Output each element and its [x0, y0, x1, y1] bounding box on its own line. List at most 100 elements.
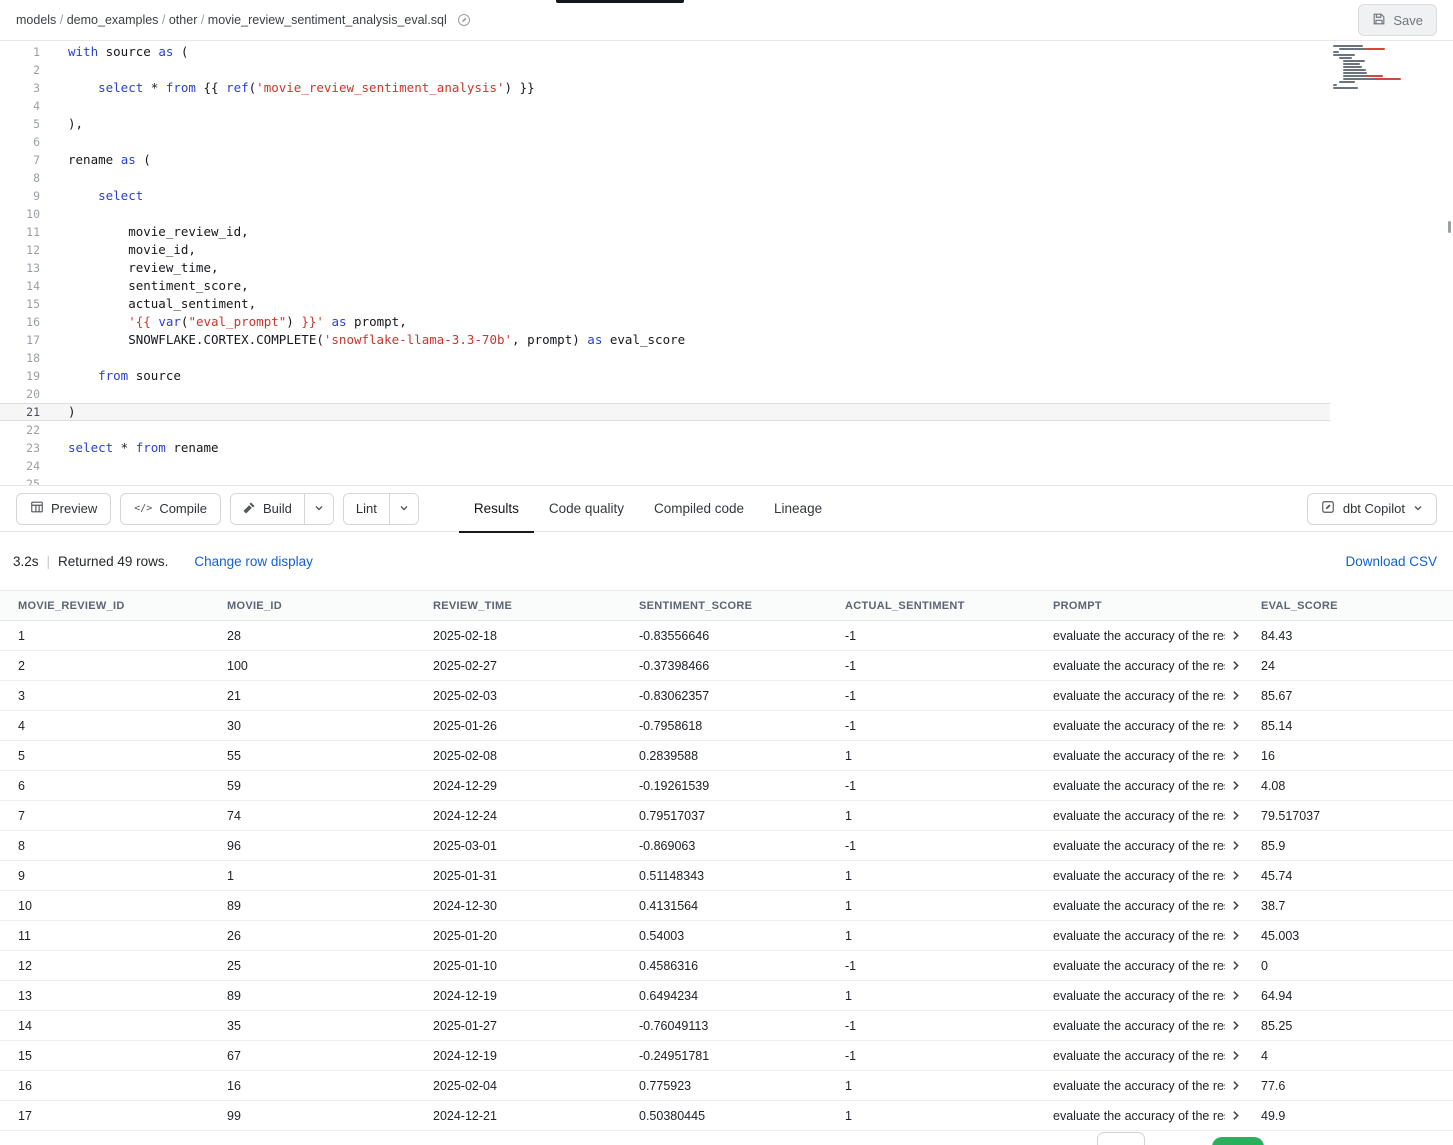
code-line[interactable]: 12 movie_id,	[0, 241, 1330, 259]
code-line[interactable]: 10	[0, 205, 1330, 223]
code-line[interactable]: 4	[0, 97, 1330, 115]
cell-review-time: 2025-02-18	[415, 629, 621, 643]
bottom-toolbar-button[interactable]	[1097, 1132, 1145, 1145]
editor-scrollbar[interactable]	[1448, 221, 1451, 233]
code-line[interactable]: 1with source as (	[0, 43, 1330, 61]
save-button[interactable]: Save	[1358, 4, 1437, 36]
preview-button[interactable]: Preview	[16, 493, 111, 525]
code-line[interactable]: 6	[0, 133, 1330, 151]
cell-eval-score: 0	[1243, 959, 1453, 973]
tab-results[interactable]: Results	[459, 486, 534, 533]
breadcrumb-item[interactable]: movie_review_sentiment_analysis_eval.sql	[208, 13, 447, 27]
column-header-review_time[interactable]: REVIEW_TIME	[415, 600, 621, 612]
code-line[interactable]: 15 actual_sentiment,	[0, 295, 1330, 313]
dbt-copilot-button[interactable]: dbt Copilot	[1307, 493, 1437, 525]
column-header-prompt[interactable]: PROMPT	[1035, 600, 1243, 612]
query-duration: 3.2s	[13, 554, 39, 569]
code-line[interactable]: 17 SNOWFLAKE.CORTEX.COMPLETE('snowflake-…	[0, 331, 1330, 349]
tab-code-quality[interactable]: Code quality	[534, 486, 639, 533]
code-line[interactable]: 5),	[0, 115, 1330, 133]
build-icon	[243, 501, 256, 517]
code-line[interactable]: 25	[0, 475, 1330, 486]
change-row-display-link[interactable]: Change row display	[194, 554, 313, 569]
code-editor[interactable]: 1with source as (23 select * from {{ ref…	[0, 41, 1453, 486]
code-line[interactable]: 3 select * from {{ ref('movie_review_sen…	[0, 79, 1330, 97]
table-row: 21002025-02-27-0.37398466-1evaluate the …	[0, 651, 1453, 681]
code-line[interactable]: 11 movie_review_id,	[0, 223, 1330, 241]
cell-prompt: evaluate the accuracy of the res...	[1035, 689, 1243, 703]
expand-cell-icon[interactable]	[1230, 930, 1241, 941]
column-header-sentiment_score[interactable]: SENTIMENT_SCORE	[621, 600, 827, 612]
prompt-text: evaluate the accuracy of the res...	[1053, 929, 1225, 943]
code-line[interactable]: 14 sentiment_score,	[0, 277, 1330, 295]
cell-sentiment-score: 0.79517037	[621, 809, 827, 823]
column-header-actual_sentiment[interactable]: ACTUAL_SENTIMENT	[827, 600, 1035, 612]
table-row: 13892024-12-190.64942341evaluate the acc…	[0, 981, 1453, 1011]
expand-cell-icon[interactable]	[1230, 1110, 1241, 1121]
expand-cell-icon[interactable]	[1230, 630, 1241, 641]
cell-actual-sentiment: 1	[827, 899, 1035, 913]
tab-compiled-code[interactable]: Compiled code	[639, 486, 759, 533]
build-button[interactable]: Build	[231, 494, 304, 524]
code-line[interactable]: 24	[0, 457, 1330, 475]
breadcrumb-item[interactable]: demo_examples	[67, 13, 159, 27]
expand-cell-icon[interactable]	[1230, 900, 1241, 911]
table-row: 912025-01-310.511483431evaluate the accu…	[0, 861, 1453, 891]
cell-actual-sentiment: -1	[827, 659, 1035, 673]
save-button-label: Save	[1393, 13, 1423, 28]
cell-movie-id: 35	[209, 1019, 415, 1033]
breadcrumb-item[interactable]: other	[169, 13, 198, 27]
status-pill-green[interactable]	[1212, 1137, 1264, 1145]
table-row: 15672024-12-19-0.24951781-1evaluate the …	[0, 1041, 1453, 1071]
expand-cell-icon[interactable]	[1230, 1050, 1241, 1061]
build-dropdown-button[interactable]	[304, 494, 333, 524]
preview-button-label: Preview	[51, 501, 97, 516]
cell-review-time: 2025-02-03	[415, 689, 621, 703]
chevron-down-icon	[399, 501, 409, 516]
expand-cell-icon[interactable]	[1230, 720, 1241, 731]
cell-movie-id: 89	[209, 989, 415, 1003]
expand-cell-icon[interactable]	[1230, 960, 1241, 971]
expand-cell-icon[interactable]	[1230, 750, 1241, 761]
code-line[interactable]: 2	[0, 61, 1330, 79]
line-number: 12	[0, 241, 44, 259]
compile-button[interactable]: </> Compile	[120, 493, 221, 525]
code-line[interactable]: 19 from source	[0, 367, 1330, 385]
expand-cell-icon[interactable]	[1230, 690, 1241, 701]
expand-cell-icon[interactable]	[1230, 780, 1241, 791]
download-csv-link[interactable]: Download CSV	[1345, 554, 1437, 569]
code-line[interactable]: 7rename as (	[0, 151, 1330, 169]
code-line[interactable]: 22	[0, 421, 1330, 439]
expand-cell-icon[interactable]	[1230, 840, 1241, 851]
cell-sentiment-score: -0.24951781	[621, 1049, 827, 1063]
prompt-text: evaluate the accuracy of the res...	[1053, 839, 1225, 853]
breadcrumb-item[interactable]: models	[16, 13, 56, 27]
expand-cell-icon[interactable]	[1230, 660, 1241, 671]
expand-cell-icon[interactable]	[1230, 870, 1241, 881]
lint-button[interactable]: Lint	[344, 494, 389, 524]
copilot-icon	[1321, 500, 1335, 517]
column-header-movie_id[interactable]: MOVIE_ID	[209, 600, 415, 612]
code-line[interactable]: 9 select	[0, 187, 1330, 205]
code-lines[interactable]: 1with source as (23 select * from {{ ref…	[0, 41, 1453, 486]
lint-dropdown-button[interactable]	[389, 494, 418, 524]
code-line[interactable]: 21)	[0, 403, 1330, 421]
minimap[interactable]	[1333, 45, 1445, 90]
column-header-eval_score[interactable]: EVAL_SCORE	[1243, 600, 1453, 612]
code-line[interactable]: 18	[0, 349, 1330, 367]
toolbar: Preview </> Compile Build Lint	[0, 486, 1453, 532]
code-line[interactable]: 23select * from rename	[0, 439, 1330, 457]
expand-cell-icon[interactable]	[1230, 1020, 1241, 1031]
file-edit-icon[interactable]	[457, 13, 471, 27]
expand-cell-icon[interactable]	[1230, 990, 1241, 1001]
table-row: 11262025-01-200.540031evaluate the accur…	[0, 921, 1453, 951]
column-header-movie_review_id[interactable]: MOVIE_REVIEW_ID	[0, 600, 209, 612]
expand-cell-icon[interactable]	[1230, 810, 1241, 821]
code-line[interactable]: 16 '{{ var("eval_prompt") }}' as prompt,	[0, 313, 1330, 331]
tab-lineage[interactable]: Lineage	[759, 486, 837, 533]
code-line[interactable]: 20	[0, 385, 1330, 403]
line-number: 4	[0, 97, 44, 115]
code-line[interactable]: 13 review_time,	[0, 259, 1330, 277]
code-line[interactable]: 8	[0, 169, 1330, 187]
expand-cell-icon[interactable]	[1230, 1080, 1241, 1091]
